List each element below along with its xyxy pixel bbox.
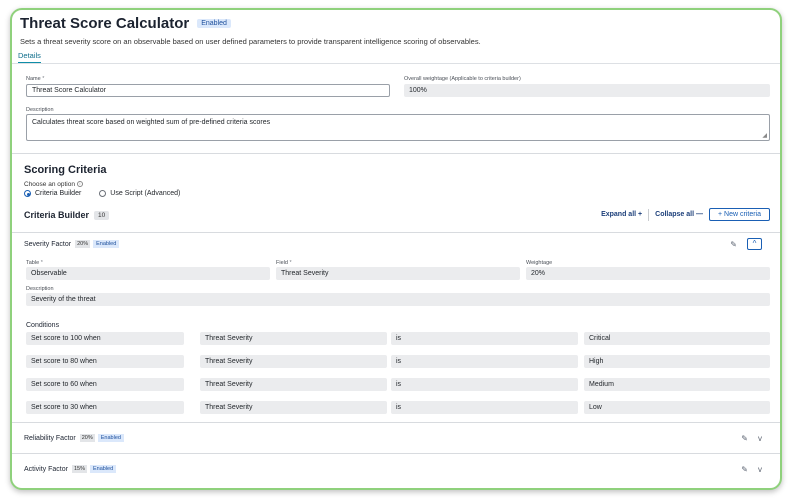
- condition-field-select[interactable]: Threat Severity: [200, 332, 387, 345]
- factor-weight-badge: 20%: [79, 434, 95, 442]
- factor-weight-badge: 20%: [75, 240, 91, 248]
- factor-divider: [12, 453, 780, 454]
- criteria-builder-option-label[interactable]: Criteria Builder: [35, 190, 81, 197]
- use-script-radio[interactable]: [99, 190, 107, 197]
- collapse-all-button[interactable]: Collapse all —: [655, 211, 703, 218]
- condition-operator-select[interactable]: is: [391, 378, 578, 391]
- field-label: Field *: [276, 260, 292, 266]
- page-subtitle: Sets a threat severity score on an obser…: [20, 37, 481, 46]
- factor-weight-badge: 15%: [71, 465, 87, 473]
- edit-pencil-icon[interactable]: ✎: [730, 240, 737, 249]
- page-header: Threat Score Calculator Enabled: [20, 15, 231, 32]
- overall-weightage-field[interactable]: 100%: [404, 84, 770, 97]
- factor-name: Reliability Factor: [24, 434, 76, 442]
- table-field[interactable]: Observable: [26, 267, 270, 280]
- condition-operator-select[interactable]: is: [391, 332, 578, 345]
- condition-field-select[interactable]: Threat Severity: [200, 355, 387, 368]
- condition-score-field[interactable]: Set score to 100 when: [26, 332, 184, 345]
- criteria-divider: [12, 232, 780, 233]
- activity-factor-header[interactable]: Activity Factor 15% Enabled ✎ v: [12, 455, 780, 483]
- toolbar-divider: [648, 208, 650, 221]
- name-label: Name *: [26, 76, 45, 82]
- add-icon: +: [718, 211, 723, 218]
- field-field[interactable]: Threat Severity: [276, 267, 520, 280]
- factor-actions: ✎ v: [741, 434, 762, 443]
- reliability-factor-header[interactable]: Reliability Factor 20% Enabled ✎ v: [12, 424, 780, 452]
- condition-operator-select[interactable]: is: [391, 401, 578, 414]
- new-criteria-button[interactable]: + New criteria: [709, 208, 770, 221]
- factor-description-field[interactable]: Severity of the threat: [26, 293, 770, 306]
- scoring-criteria-title: Scoring Criteria: [24, 164, 107, 176]
- condition-score-field[interactable]: Set score to 60 when: [26, 378, 184, 391]
- condition-value-field[interactable]: Critical: [584, 332, 770, 345]
- page-title: Threat Score Calculator: [20, 15, 190, 32]
- description-text: Calculates threat score based on weighte…: [32, 119, 271, 126]
- edit-pencil-icon[interactable]: ✎: [741, 434, 748, 443]
- severity-factor-header[interactable]: Severity Factor 20% Enabled ✎ ^: [12, 237, 780, 251]
- criteria-count-badge: 10: [94, 210, 110, 220]
- description-field[interactable]: Calculates threat score based on weighte…: [26, 114, 770, 141]
- tab-divider: [12, 63, 780, 64]
- weightage-field-label: Weightage: [526, 260, 553, 266]
- description-label: Description: [26, 107, 54, 113]
- info-icon[interactable]: i: [76, 181, 83, 188]
- condition-score-field[interactable]: Set score to 80 when: [26, 355, 184, 368]
- chevron-down-icon[interactable]: v: [758, 434, 762, 443]
- chevron-up-icon[interactable]: ^: [747, 238, 762, 250]
- edit-pencil-icon[interactable]: ✎: [741, 465, 748, 474]
- weightage-label: Overall weightage (Applicable to criteri…: [404, 76, 521, 82]
- chevron-down-icon[interactable]: v: [758, 465, 762, 474]
- factor-description-label: Description: [26, 286, 54, 292]
- option-radio-group: Criteria Builder Use Script (Advanced): [24, 190, 180, 197]
- name-field[interactable]: Threat Score Calculator: [26, 84, 390, 97]
- criteria-builder-title: Criteria Builder: [24, 210, 90, 220]
- criteria-builder-radio[interactable]: [24, 190, 31, 197]
- factor-name: Severity Factor: [24, 240, 72, 248]
- factor-divider: [12, 422, 780, 423]
- factor-status-badge: Enabled: [93, 240, 120, 248]
- factor-name: Activity Factor: [24, 465, 68, 473]
- use-script-option-label[interactable]: Use Script (Advanced): [110, 190, 180, 197]
- factor-weightage-field[interactable]: 20%: [526, 267, 770, 280]
- minus-icon: —: [696, 211, 703, 218]
- condition-value-field[interactable]: Low: [584, 401, 770, 414]
- table-label: Table *: [26, 260, 43, 266]
- factor-actions: ✎ ^: [730, 238, 762, 250]
- condition-score-field[interactable]: Set score to 30 when: [26, 401, 184, 414]
- condition-field-select[interactable]: Threat Severity: [200, 401, 387, 414]
- plus-icon: +: [638, 211, 643, 218]
- conditions-label: Conditions: [26, 322, 60, 329]
- section-divider: [12, 153, 780, 154]
- choose-option-label: Choose an option i: [24, 181, 83, 188]
- condition-value-field[interactable]: High: [584, 355, 770, 368]
- condition-value-field[interactable]: Medium: [584, 378, 770, 391]
- criteria-builder-header: Criteria Builder 10: [24, 210, 110, 220]
- factor-status-badge: Enabled: [89, 465, 117, 473]
- calculator-panel: Threat Score Calculator Enabled Sets a t…: [10, 8, 782, 490]
- resize-handle-icon[interactable]: ◢: [762, 132, 767, 139]
- expand-all-button[interactable]: Expand all +: [601, 211, 642, 218]
- condition-field-select[interactable]: Threat Severity: [200, 378, 387, 391]
- status-badge: Enabled: [197, 19, 231, 28]
- condition-operator-select[interactable]: is: [391, 355, 578, 368]
- factor-actions: ✎ v: [741, 465, 762, 474]
- criteria-toolbar: Expand all + Collapse all — + New criter…: [601, 208, 770, 221]
- factor-status-badge: Enabled: [97, 434, 124, 442]
